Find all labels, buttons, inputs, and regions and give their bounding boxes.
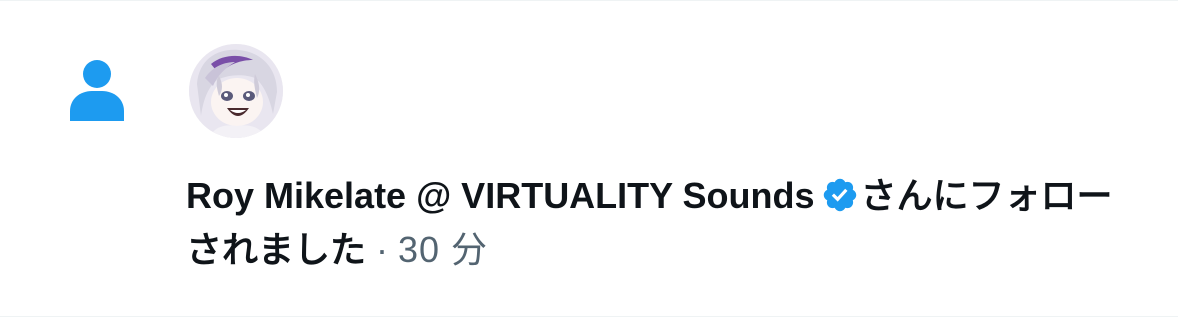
timestamp[interactable]: 30 分 <box>398 229 488 270</box>
separator: · <box>366 229 399 270</box>
avatar[interactable] <box>189 44 283 138</box>
follow-notification[interactable]: Roy Mikelate @ VIRTUALITY Sounds さんにフォロー… <box>0 0 1178 317</box>
user-name-link[interactable]: Roy Mikelate @ VIRTUALITY Sounds <box>186 175 815 216</box>
person-icon <box>70 60 124 121</box>
verified-badge-icon <box>823 178 856 212</box>
notification-text: Roy Mikelate @ VIRTUALITY Sounds さんにフォロー… <box>186 169 1146 277</box>
